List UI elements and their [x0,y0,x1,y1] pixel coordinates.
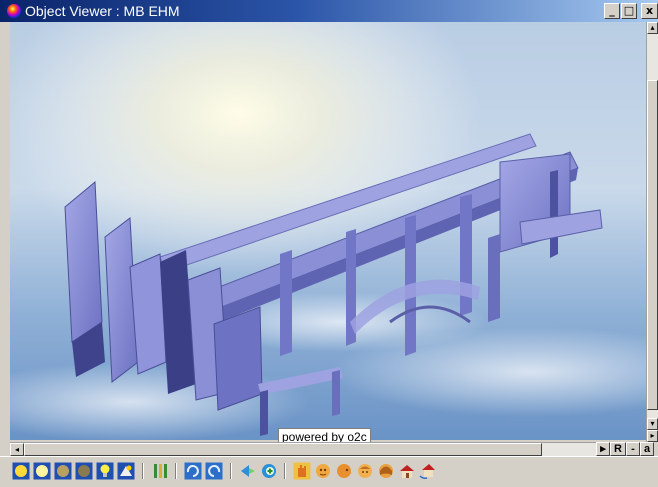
scroll-left-button[interactable]: ◂ [10,443,24,456]
head-front-icon[interactable] [314,462,332,480]
head-back-icon[interactable] [377,462,395,480]
reset-button[interactable]: R [610,442,626,456]
toolbar-separator [284,463,286,479]
zoom-out-button[interactable]: - [626,442,640,456]
render-flat-icon[interactable] [75,462,93,480]
viewer-toolbar [0,456,658,487]
render-shaded-icon[interactable] [12,462,30,480]
scroll-right-button[interactable]: ▸ [596,442,610,456]
horizontal-scrollbar[interactable]: ◂ [10,442,596,456]
minimize-button[interactable]: _ [604,3,620,19]
toolbar-separator [175,463,177,479]
corner-controls: ▸ R - a [596,442,658,456]
window-title: Object Viewer : MB EHM [25,3,180,19]
title-bar: Object Viewer : MB EHM _ □ x [0,0,658,22]
rotate-icon[interactable] [184,462,202,480]
maximize-button[interactable]: □ [621,3,637,19]
house-rotate-icon[interactable] [419,462,437,480]
head-top-icon[interactable] [356,462,374,480]
toolbar-separator [142,463,144,479]
light-icon[interactable] [96,462,114,480]
hand-pan-icon[interactable] [293,462,311,480]
render-smooth-icon[interactable] [33,462,51,480]
zoom-icon[interactable] [239,462,257,480]
texture-icon[interactable] [117,462,135,480]
scroll-down-button[interactable]: ▾ [647,418,658,430]
rotate-reverse-icon[interactable] [205,462,223,480]
3d-viewport[interactable] [10,22,646,440]
close-button[interactable]: x [641,3,658,19]
vertical-scroll-thumb[interactable] [647,80,658,410]
render-solid-icon[interactable] [54,462,72,480]
zoom-in-icon[interactable] [260,462,278,480]
vertical-scrollbar[interactable]: ▴ ▾ ▸ [646,22,658,442]
head-side-icon[interactable] [335,462,353,480]
scroll-up-button[interactable]: ▴ [647,22,658,34]
toolbar-separator [230,463,232,479]
house-icon[interactable] [398,462,416,480]
option-button[interactable]: a [640,442,654,456]
stripes-icon[interactable] [151,462,169,480]
app-icon [7,4,21,18]
scroll-page-button[interactable]: ▸ [647,430,658,442]
horizontal-scroll-thumb[interactable] [24,443,542,456]
scene [10,22,646,440]
